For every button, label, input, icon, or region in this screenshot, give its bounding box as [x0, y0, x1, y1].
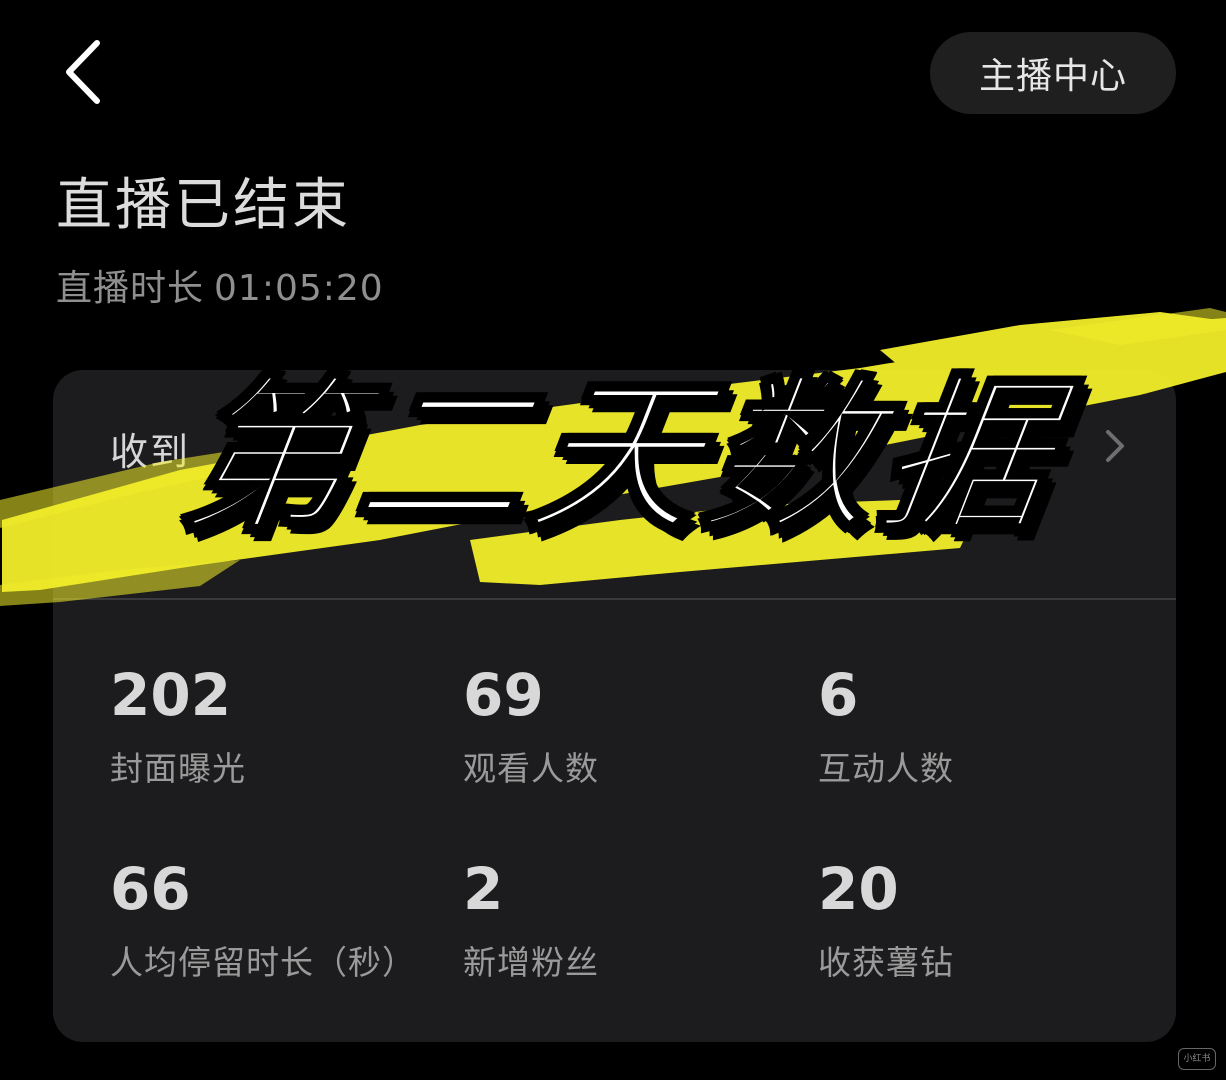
chevron-left-icon — [66, 40, 100, 104]
metric-value: 66 — [110, 855, 191, 923]
metric-value: 202 — [110, 661, 232, 729]
live-duration-value: 01:05:20 — [214, 268, 384, 309]
metric-value: 2 — [463, 855, 504, 923]
metric-avg-watch-time: 66 人均停留时长（秒） — [110, 854, 440, 986]
card-divider — [53, 598, 1176, 600]
chevron-right-icon — [1106, 430, 1124, 462]
metric-value: 69 — [463, 661, 544, 729]
metric-new-followers: 2 新增粉丝 — [463, 854, 793, 986]
metric-label: 收获薯钻 — [818, 943, 954, 982]
watermark-logo: 小红书 — [1178, 1048, 1216, 1070]
live-duration-label: 直播时长 — [56, 268, 205, 309]
live-ended-title: 直播已结束 — [56, 173, 351, 238]
metric-value: 20 — [818, 855, 899, 923]
metric-label: 互动人数 — [818, 749, 954, 788]
metric-diamonds-earned: 20 收获薯钻 — [818, 854, 1148, 986]
metric-interactions: 6 互动人数 — [818, 660, 1148, 792]
overlay-title: 第二天数据 — [169, 357, 1071, 557]
metric-cover-exposure: 202 封面曝光 — [110, 660, 440, 792]
metric-label: 人均停留时长（秒） — [110, 943, 416, 982]
metric-label: 观看人数 — [463, 749, 599, 788]
metric-label: 封面曝光 — [110, 749, 246, 788]
back-button[interactable] — [48, 30, 118, 114]
metric-viewers: 69 观看人数 — [463, 660, 793, 792]
live-duration: 直播时长 01:05:20 — [56, 262, 384, 316]
metric-label: 新增粉丝 — [463, 943, 599, 982]
metric-value: 6 — [818, 661, 859, 729]
anchor-center-button[interactable]: 主播中心 — [930, 32, 1176, 114]
